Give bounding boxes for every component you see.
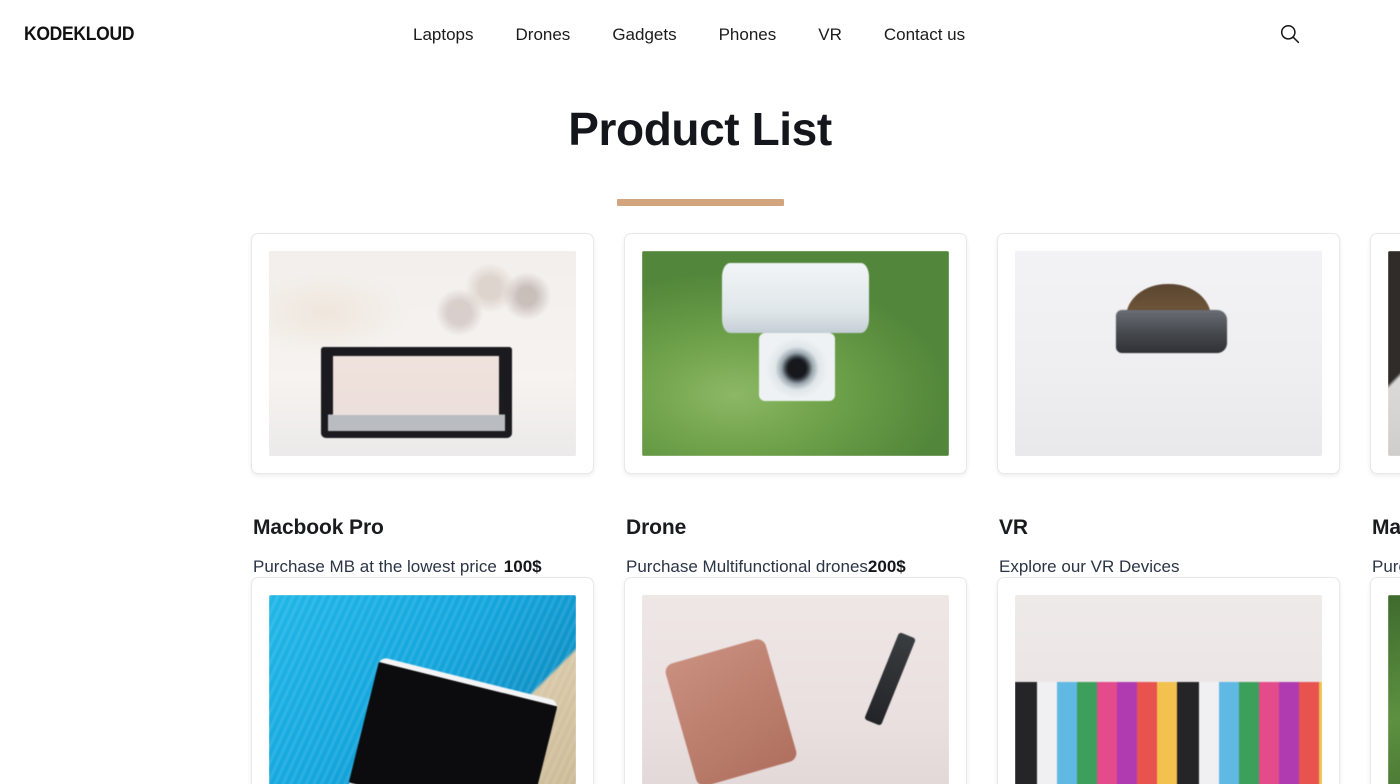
card-text-block: VR Explore our VR Devices: [997, 515, 1370, 577]
nav-item-phones[interactable]: Phones: [698, 22, 798, 48]
product-card-macbook-pro[interactable]: Macbook Pro Purchase MB at the lowest pr…: [251, 233, 624, 577]
search-button[interactable]: [1276, 21, 1304, 49]
product-image-phantom-drone: [642, 251, 949, 456]
product-image-phone-cases-row: [1015, 595, 1322, 784]
card-frame[interactable]: [997, 577, 1340, 784]
card-frame[interactable]: [251, 577, 594, 784]
product-image-rose-gold-phone-desk: [642, 595, 949, 784]
brand-logo[interactable]: KODEKLOUD: [24, 24, 134, 46]
card-frame[interactable]: [1370, 233, 1400, 474]
product-name: Drone: [626, 516, 687, 539]
product-card-drone[interactable]: Drone Purchase Multifunctional drones200…: [624, 233, 997, 577]
product-cell-offset-row2: [0, 577, 251, 784]
search-icon: [1279, 23, 1301, 48]
product-description-line: Purchase Multifunctional drones200$: [626, 556, 997, 577]
product-description-line: Explore our VR Devices: [999, 556, 1370, 577]
site-header: KODEKLOUD Laptops Drones Gadgets Phones …: [0, 0, 1400, 70]
card-frame[interactable]: [251, 233, 594, 474]
product-description: Explore our VR Devices: [999, 557, 1180, 577]
product-card-row2-2[interactable]: [624, 577, 997, 784]
product-price: 200$: [867, 557, 906, 577]
product-cell-offset: [0, 233, 251, 577]
product-card-row2-3[interactable]: [997, 577, 1370, 784]
product-name: VR: [999, 516, 1028, 539]
product-price: 100$: [503, 557, 542, 577]
product-name: Macbook Pro: [253, 516, 384, 539]
title-underline-rule: [616, 198, 784, 206]
card-frame[interactable]: [997, 233, 1340, 474]
nav-item-drones[interactable]: Drones: [495, 22, 592, 48]
main-navigation: Laptops Drones Gadgets Phones VR Contact…: [392, 22, 986, 48]
product-card-macbook-air[interactable]: Macbook air Purchase MB at the lowest pr…: [1370, 233, 1400, 577]
product-image-laptop-on-desk: [269, 251, 576, 456]
product-name: Macbook air: [1372, 516, 1400, 539]
nav-item-gadgets[interactable]: Gadgets: [591, 22, 697, 48]
product-description-line: Purchase MB at the lowest price 100$: [253, 556, 624, 577]
card-frame[interactable]: [624, 233, 967, 474]
card-text-block: Macbook Pro Purchase MB at the lowest pr…: [251, 515, 624, 577]
product-image-macbook-notebook-coffee: [1388, 251, 1400, 456]
product-image-vr-headset: [1015, 251, 1322, 456]
card-text-block: Drone Purchase Multifunctional drones200…: [624, 515, 997, 577]
product-grid: Macbook Pro Purchase MB at the lowest pr…: [0, 233, 1400, 784]
page-title: Product List: [568, 103, 832, 155]
nav-item-laptops[interactable]: Laptops: [392, 22, 495, 48]
product-image-phone-in-greenery: [1388, 595, 1400, 784]
nav-item-contact-us[interactable]: Contact us: [863, 22, 986, 48]
nav-item-vr[interactable]: VR: [797, 22, 863, 48]
card-frame[interactable]: [624, 577, 967, 784]
product-image-tablet-by-pool: [269, 595, 576, 784]
product-card-vr[interactable]: VR Explore our VR Devices: [997, 233, 1370, 577]
card-frame[interactable]: [1370, 577, 1400, 784]
product-description: Purchase MB at the lowest price: [253, 557, 497, 577]
product-description: Purchase Multifunctional drones: [626, 557, 868, 577]
product-card-row2-4[interactable]: [1370, 577, 1400, 784]
page-title-block: Product List: [0, 104, 1400, 206]
product-description-line: Purchase MB at the lowest price500$: [1372, 556, 1400, 577]
product-description: Purchase MB at the lowest price: [1372, 557, 1400, 577]
card-text-block: Macbook air Purchase MB at the lowest pr…: [1370, 515, 1400, 577]
product-card-row2-1[interactable]: [251, 577, 624, 784]
